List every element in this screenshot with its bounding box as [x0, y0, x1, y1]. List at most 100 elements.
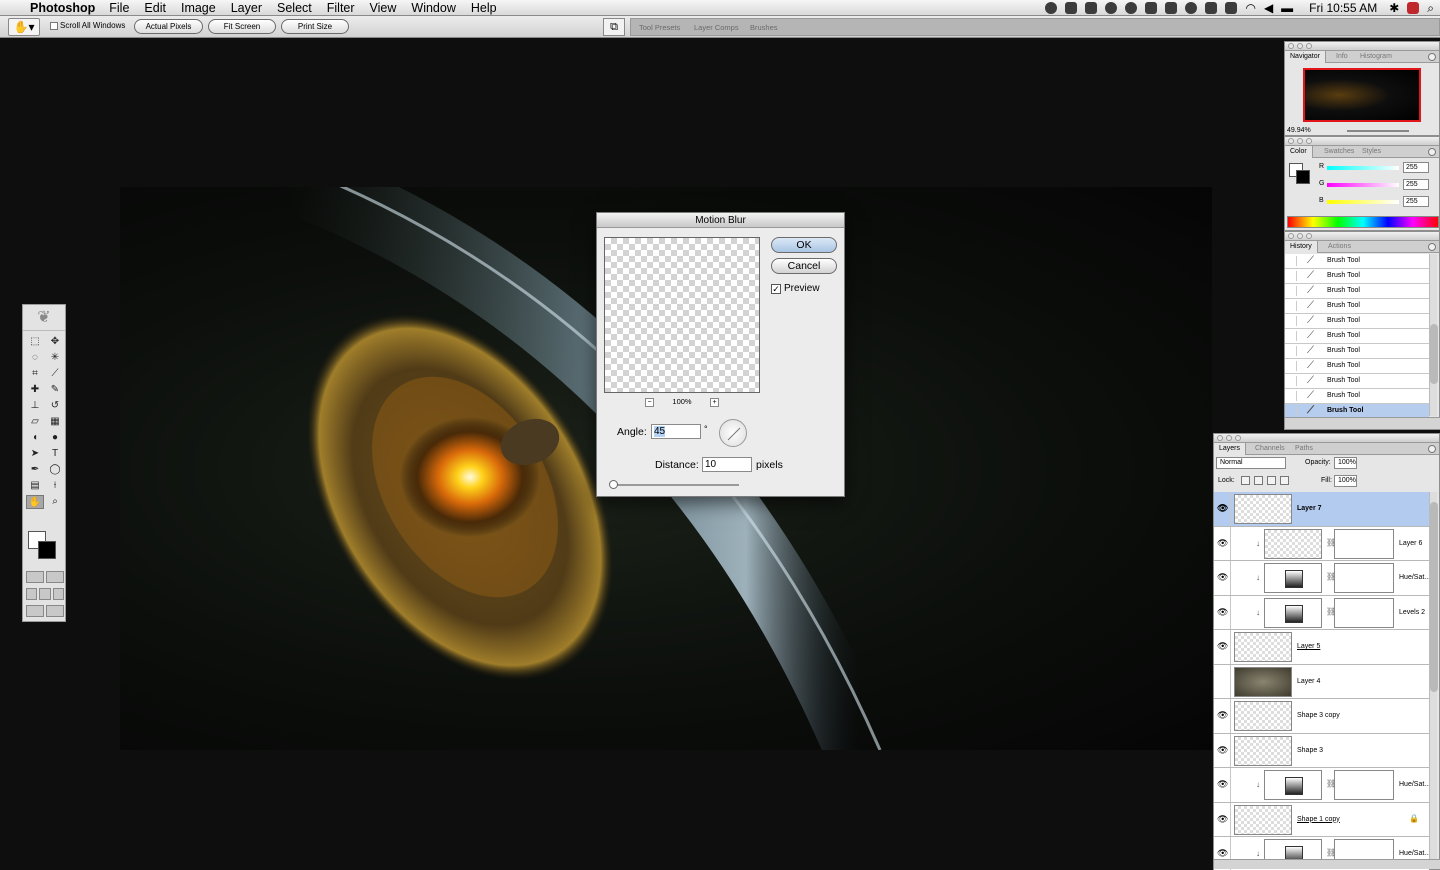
panel-menu-icon[interactable]	[1428, 445, 1436, 453]
layer-mask-thumbnail[interactable]	[1334, 770, 1394, 800]
zoom-icon[interactable]	[1306, 43, 1312, 49]
shield-icon[interactable]	[1407, 2, 1420, 14]
menu-clock[interactable]: Fri 10:55 AM	[1309, 1, 1377, 15]
layer-row[interactable]: 👁 Shape 1 copy 🔒	[1214, 802, 1429, 837]
tab-histogram[interactable]: Histogram	[1355, 51, 1397, 63]
lightning-icon[interactable]	[1205, 2, 1218, 14]
close-icon[interactable]	[1288, 233, 1294, 239]
green-slider[interactable]	[1327, 183, 1399, 187]
zoom-tool-icon[interactable]: ⌕	[46, 495, 64, 509]
crop-tool-icon[interactable]: ⌗	[26, 367, 44, 381]
hand-tool-icon[interactable]: ✋	[26, 495, 44, 509]
gear-icon[interactable]	[1125, 2, 1138, 14]
eye-icon[interactable]: 👁	[1217, 607, 1228, 618]
sync-icon[interactable]	[1105, 2, 1118, 14]
minimize-icon[interactable]	[1297, 43, 1303, 49]
eye-icon[interactable]: 👁	[1217, 572, 1228, 583]
navigator-zoom-value[interactable]: 49.94%	[1287, 127, 1311, 134]
eye-icon[interactable]: 👁	[1217, 779, 1228, 790]
history-item[interactable]: ⟋ Brush Tool	[1285, 389, 1429, 404]
minimize-icon[interactable]	[1226, 435, 1232, 441]
blend-mode-select[interactable]: Normal	[1216, 457, 1286, 469]
spotlight-icon[interactable]: ⌕	[1427, 1, 1434, 16]
history-item[interactable]: ⟋ Brush Tool	[1285, 284, 1429, 299]
shape-tool-icon[interactable]: ◯	[46, 463, 64, 477]
close-icon[interactable]	[1217, 435, 1223, 441]
flag-icon[interactable]: ▬	[1281, 1, 1293, 15]
tab-styles[interactable]: Styles	[1357, 146, 1386, 158]
filter-preview[interactable]	[604, 237, 760, 393]
panel-menu-icon[interactable]	[1428, 148, 1436, 156]
marquee-tool-icon[interactable]: ⬚	[26, 335, 44, 349]
history-brush-tool-icon[interactable]: ↺	[46, 399, 64, 413]
lock-position-icon[interactable]	[1267, 476, 1276, 485]
blue-slider[interactable]	[1327, 200, 1399, 204]
paperclip-icon[interactable]	[1085, 2, 1098, 14]
menu-edit[interactable]: Edit	[144, 1, 166, 15]
eye-icon[interactable]: 👁	[1217, 710, 1228, 721]
well-tab-layer-comps[interactable]: Layer Comps	[694, 23, 739, 32]
eye-icon[interactable]: 👁	[1217, 538, 1228, 549]
layer-row[interactable]: Layer 4	[1214, 664, 1429, 699]
distance-slider[interactable]	[609, 480, 739, 489]
zoom-in-button[interactable]: +	[710, 398, 719, 407]
checkbox-box[interactable]	[50, 21, 58, 30]
color-spectrum-ramp[interactable]	[1287, 216, 1439, 228]
red-value-input[interactable]: 255	[1403, 162, 1429, 173]
jump-to-imageready[interactable]	[26, 605, 64, 617]
layer-mask-thumbnail[interactable]	[1334, 528, 1394, 559]
history-item[interactable]: ⟋ Brush Tool	[1285, 314, 1429, 329]
zoom-icon[interactable]	[1306, 138, 1312, 144]
slice-tool-icon[interactable]: ⟋	[46, 367, 64, 381]
blur-tool-icon[interactable]: ◖	[26, 431, 44, 445]
gradient-tool-icon[interactable]: ▦	[46, 415, 64, 429]
navigator-zoom-slider[interactable]	[1347, 130, 1409, 132]
checkmark-icon[interactable]: ✓	[771, 283, 781, 294]
close-icon[interactable]	[1288, 138, 1294, 144]
history-item[interactable]: ⟋ Brush Tool	[1285, 299, 1429, 314]
tab-history[interactable]: History	[1285, 241, 1318, 253]
lock-all-icon[interactable]	[1280, 476, 1289, 485]
tab-actions[interactable]: Actions	[1323, 241, 1356, 253]
layer-row[interactable]: 👁 ↓ ⛓ Layer 6	[1214, 526, 1429, 561]
menu-filter[interactable]: Filter	[327, 1, 355, 15]
type-tool-icon[interactable]: T	[46, 447, 64, 461]
history-item[interactable]: ⟋ Brush Tool	[1285, 359, 1429, 374]
angle-input[interactable]: 45	[651, 424, 701, 439]
clone-stamp-tool-icon[interactable]: ⊥	[26, 399, 44, 413]
tab-navigator[interactable]: Navigator	[1285, 51, 1326, 63]
ok-button[interactable]: OK	[771, 237, 837, 253]
status-icon[interactable]	[1045, 2, 1058, 14]
dropbox-icon[interactable]	[1225, 2, 1238, 14]
history-item[interactable]: ⟋ Brush Tool	[1285, 329, 1429, 344]
opacity-input[interactable]: 100%	[1334, 457, 1357, 469]
tab-info[interactable]: Info	[1331, 51, 1353, 63]
distance-input[interactable]: 10	[702, 457, 752, 472]
layers-scrollbar[interactable]	[1429, 492, 1438, 860]
menu-view[interactable]: View	[370, 1, 397, 15]
panel-menu-icon[interactable]	[1428, 243, 1436, 251]
wifi-icon[interactable]: ◠	[1245, 1, 1255, 15]
color-background-swatch[interactable]	[1296, 170, 1310, 184]
history-item[interactable]: ⟋ Brush Tool	[1285, 254, 1429, 269]
preview-checkbox[interactable]: ✓ Preview	[771, 283, 820, 294]
layer-row[interactable]: 👁 Layer 5	[1214, 630, 1429, 665]
print-size-button[interactable]: Print Size	[281, 19, 349, 34]
tab-color[interactable]: Color	[1285, 146, 1313, 158]
app-menu[interactable]: Photoshop	[30, 1, 95, 15]
minimize-icon[interactable]	[1297, 233, 1303, 239]
background-color-swatch[interactable]	[38, 541, 56, 559]
menu-image[interactable]: Image	[181, 1, 216, 15]
panel-menu-icon[interactable]	[1428, 53, 1436, 61]
eye-icon[interactable]: 👁	[1217, 848, 1228, 859]
tab-paths[interactable]: Paths	[1290, 443, 1318, 455]
screen-mode-toggle[interactable]	[26, 588, 64, 600]
pen-tool-icon[interactable]: ✒	[26, 463, 44, 477]
actual-pixels-button[interactable]: Actual Pixels	[134, 19, 203, 34]
eraser-tool-icon[interactable]: ▱	[26, 415, 44, 429]
zoom-icon[interactable]	[1306, 233, 1312, 239]
navigator-thumbnail[interactable]	[1303, 68, 1421, 122]
eyedropper-tool-icon[interactable]: ⟊	[46, 479, 64, 493]
healing-brush-tool-icon[interactable]: ✚	[26, 383, 44, 397]
green-value-input[interactable]: 255	[1403, 179, 1429, 190]
